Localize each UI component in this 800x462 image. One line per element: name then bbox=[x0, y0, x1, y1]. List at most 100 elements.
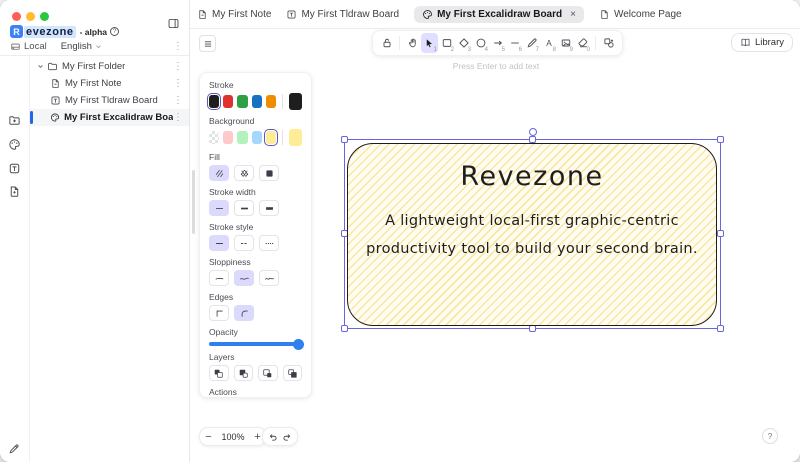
add-tldraw-board-icon[interactable] bbox=[8, 162, 21, 175]
zoom-out-button[interactable]: − bbox=[200, 431, 217, 443]
sloppiness-architect-button[interactable] bbox=[209, 270, 229, 286]
selection-tool-button[interactable]: 1 bbox=[421, 33, 438, 53]
resize-handle-e[interactable] bbox=[717, 230, 724, 237]
sloppiness-artist-button[interactable] bbox=[234, 270, 254, 286]
tab-my-first-excalidraw-board[interactable]: My First Excalidraw Board × bbox=[414, 5, 584, 23]
stroke-current-color[interactable] bbox=[288, 93, 303, 110]
resize-handle-ne[interactable] bbox=[717, 136, 724, 143]
tree-folder-my-first-folder[interactable]: My First Folder ⋮ bbox=[30, 58, 189, 75]
bg-color-pink[interactable] bbox=[223, 131, 234, 144]
sidebar-menu-icon[interactable]: ⋮ bbox=[173, 41, 183, 52]
send-to-back-button[interactable] bbox=[209, 365, 229, 381]
minimize-window-button[interactable] bbox=[26, 12, 35, 21]
draw-tool-button[interactable]: 7 bbox=[523, 33, 540, 53]
stroke-section: Stroke bbox=[206, 80, 303, 110]
hand-tool-button[interactable] bbox=[404, 33, 421, 53]
stroke-width-extrabold-button[interactable] bbox=[259, 200, 279, 216]
arrow-tool-button[interactable]: 5 bbox=[489, 33, 506, 53]
stroke-width-thin-button[interactable] bbox=[209, 200, 229, 216]
stroke-color-blue[interactable] bbox=[251, 95, 262, 108]
rectangle-tool-button[interactable]: 2 bbox=[438, 33, 455, 53]
lock-tool-button[interactable] bbox=[378, 33, 395, 53]
ellipse-tool-button[interactable]: 4 bbox=[472, 33, 489, 53]
note-icon bbox=[199, 9, 206, 19]
bg-color-yellow[interactable] bbox=[263, 129, 278, 146]
tree-item-note[interactable]: My First Note ⋮ bbox=[30, 75, 189, 92]
tab-bar: My First Note My First Tldraw Board My F… bbox=[190, 0, 800, 29]
resize-handle-sw[interactable] bbox=[341, 325, 348, 332]
canvas-rectangle-shape[interactable]: Revezone A lightweight local-first graph… bbox=[347, 143, 717, 326]
about-icon[interactable]: ? bbox=[110, 27, 120, 36]
sloppiness-cartoonist-button[interactable] bbox=[259, 270, 279, 286]
item-menu-icon[interactable]: ⋮ bbox=[173, 112, 183, 123]
tab-my-first-note[interactable]: My First Note bbox=[197, 9, 271, 20]
language-select[interactable]: English bbox=[61, 41, 92, 52]
section-label: Sloppiness bbox=[209, 257, 251, 267]
text-tool-button[interactable]: A 8 bbox=[540, 33, 557, 53]
shape-body-text: A lightweight local-first graphic-centri… bbox=[366, 213, 698, 257]
fill-hachure-button[interactable] bbox=[209, 165, 229, 181]
more-tools-button[interactable] bbox=[600, 33, 617, 53]
canvas-menu-button[interactable] bbox=[199, 35, 216, 52]
excalidraw-link-icon[interactable] bbox=[8, 443, 20, 455]
tree-item-excalidraw-board[interactable]: My First Excalidraw Board ⋮ bbox=[30, 109, 189, 126]
fill-crosshatch-button[interactable] bbox=[234, 165, 254, 181]
stroke-color-green[interactable] bbox=[237, 95, 248, 108]
tree-item-tldraw-board[interactable]: My First Tldraw Board ⋮ bbox=[30, 92, 189, 109]
maximize-window-button[interactable] bbox=[40, 12, 49, 21]
edges-sharp-button[interactable] bbox=[209, 305, 229, 321]
redo-button[interactable] bbox=[281, 431, 293, 443]
panel-scrollbar[interactable] bbox=[192, 170, 195, 234]
library-button[interactable]: Library bbox=[730, 33, 793, 52]
file-tree: My First Folder ⋮ My First Note ⋮ My Fir… bbox=[30, 58, 189, 126]
item-menu-icon[interactable]: ⋮ bbox=[173, 78, 183, 89]
stroke-width-bold-button[interactable] bbox=[234, 200, 254, 216]
bold-line-icon bbox=[240, 207, 248, 209]
resize-handle-n[interactable] bbox=[528, 136, 536, 143]
stroke-color-orange[interactable] bbox=[265, 95, 276, 108]
image-tool-button[interactable]: 9 bbox=[557, 33, 574, 53]
window-controls bbox=[12, 12, 49, 21]
close-window-button[interactable] bbox=[12, 12, 21, 21]
opacity-slider[interactable] bbox=[209, 338, 304, 350]
rotate-handle[interactable] bbox=[528, 128, 537, 136]
dashed-line-icon bbox=[240, 242, 248, 244]
bg-current-color[interactable] bbox=[288, 129, 303, 146]
resize-handle-nw[interactable] bbox=[341, 136, 348, 143]
bring-to-front-button[interactable] bbox=[282, 365, 302, 381]
send-backward-button[interactable] bbox=[233, 365, 253, 381]
bg-color-green[interactable] bbox=[237, 131, 248, 144]
app-logo: R evezone - alpha ? bbox=[10, 25, 120, 38]
stroke-style-dashed-button[interactable] bbox=[234, 235, 254, 251]
selected-indicator bbox=[30, 111, 33, 124]
add-excalidraw-board-icon[interactable] bbox=[8, 138, 21, 151]
round-corner-icon bbox=[241, 310, 248, 317]
tab-welcome-page[interactable]: Welcome Page bbox=[599, 9, 682, 20]
bg-color-blue[interactable] bbox=[251, 131, 262, 144]
add-folder-icon[interactable] bbox=[8, 114, 21, 127]
fill-solid-button[interactable] bbox=[259, 165, 279, 181]
line-tool-button[interactable]: 6 bbox=[506, 33, 523, 53]
stroke-style-solid-button[interactable] bbox=[209, 235, 229, 251]
item-menu-icon[interactable]: ⋮ bbox=[173, 61, 183, 72]
stroke-style-dotted-button[interactable] bbox=[259, 235, 279, 251]
item-menu-icon[interactable]: ⋮ bbox=[173, 95, 183, 106]
eraser-tool-button[interactable]: 0 bbox=[574, 33, 591, 53]
resize-handle-se[interactable] bbox=[717, 325, 724, 332]
add-note-icon[interactable] bbox=[8, 185, 21, 198]
collapse-sidebar-icon[interactable] bbox=[167, 17, 180, 30]
bg-color-transparent[interactable] bbox=[209, 131, 220, 144]
canvas-help-button[interactable]: ? bbox=[762, 428, 778, 444]
tab-my-first-tldraw-board[interactable]: My First Tldraw Board bbox=[286, 9, 399, 20]
diamond-tool-button[interactable]: 3 bbox=[455, 33, 472, 53]
resize-handle-s[interactable] bbox=[528, 325, 536, 332]
background-section: Background bbox=[209, 116, 303, 146]
stroke-color-red[interactable] bbox=[223, 95, 234, 108]
opacity-slider-knob[interactable] bbox=[293, 338, 304, 350]
stroke-color-black[interactable] bbox=[206, 93, 222, 110]
edges-round-button[interactable] bbox=[234, 305, 254, 321]
undo-button[interactable] bbox=[267, 431, 279, 443]
zoom-level[interactable]: 100% bbox=[217, 432, 249, 442]
bring-forward-button[interactable] bbox=[258, 365, 278, 381]
close-tab-icon[interactable]: × bbox=[570, 9, 576, 20]
